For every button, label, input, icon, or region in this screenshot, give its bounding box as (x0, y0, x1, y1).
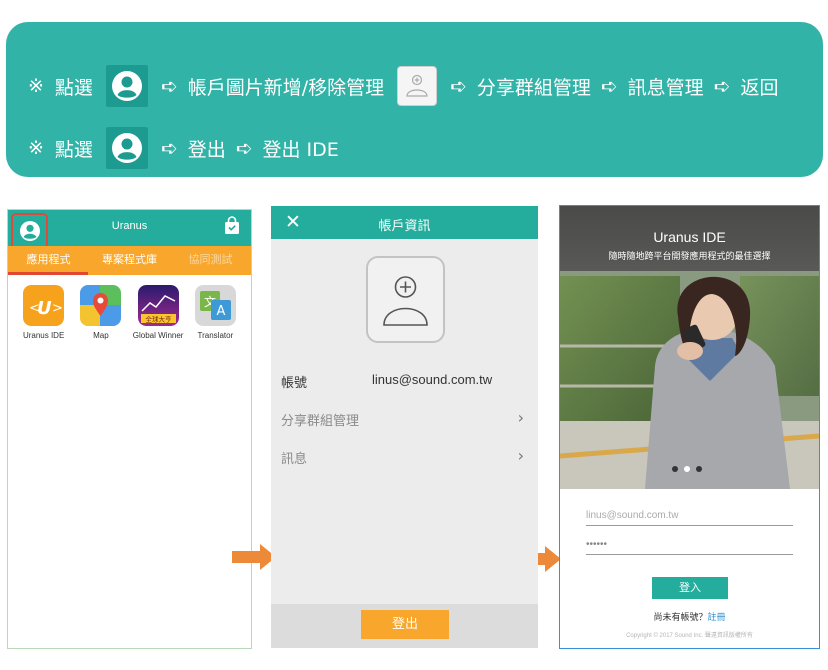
svg-text:>: > (52, 301, 63, 316)
app-badge-text: 全球大亨 (145, 315, 172, 324)
tab-collab-testing[interactable]: 協同測試 (170, 246, 251, 275)
no-account-text: 尚未有帳號？ (653, 613, 708, 623)
account-email: linus@sound.com.tw (372, 372, 493, 387)
instruction-row-2: ※ 點選 ➪ 登出 ➪ 登出 IDE (28, 127, 344, 169)
step-avatar-management: 帳戶圖片新增/移除管理 (187, 76, 385, 99)
chevron-right-icon: › (517, 446, 524, 465)
step-logout: 登出 (187, 138, 226, 161)
app-name: Global Winner (132, 331, 184, 340)
instruction-click-text: 點選 (54, 76, 93, 99)
account-title: 帳戶資訊 (378, 219, 431, 234)
store-bag-icon[interactable] (223, 216, 241, 240)
instruction-click-text: 點選 (54, 138, 93, 161)
map-icon (80, 285, 122, 326)
login-button[interactable]: 登入 (652, 577, 728, 599)
account-footer: 登出 (271, 604, 538, 648)
copyright-text: Copyright © 2017 Sound Inc. 聲遠資訊版權所有 (626, 633, 753, 639)
app-title: Uranus (111, 220, 148, 232)
step-logout-ide: 登出 IDE (262, 138, 339, 161)
app-header: Uranus (8, 210, 251, 249)
account-info-screen: ✕ 帳戶資訊 帳號 linus@sound.com.tw 分享群組管理 › 訊息… (271, 206, 538, 648)
arrow-icon: ➪ (235, 136, 253, 160)
tab-apps[interactable]: 應用程式 (8, 246, 89, 275)
account-row: 帳號 linus@sound.com.tw (281, 372, 524, 392)
password-input[interactable]: •••••• (586, 535, 793, 555)
arrow-icon: ➪ (160, 136, 178, 160)
app-name: Map (93, 331, 109, 340)
app-name: Uranus IDE (22, 331, 65, 340)
app-uranus-ide[interactable]: < U > Uranus IDE (15, 285, 72, 340)
active-tab-indicator (8, 272, 88, 275)
add-avatar-icon (383, 276, 428, 326)
reference-mark: ※ (28, 137, 44, 159)
login-title: Uranus IDE (653, 229, 726, 245)
app-tabs: 應用程式 專案程式庫 協同測試 (8, 246, 251, 275)
arrow-icon: ➪ (450, 74, 467, 98)
register-prompt: 尚未有帳號？註冊 (560, 610, 819, 623)
flow-arrow-icon (232, 544, 276, 574)
carousel-dot[interactable] (672, 466, 678, 472)
carousel-dot[interactable] (696, 466, 702, 472)
email-input[interactable]: linus@sound.com.tw (586, 506, 793, 526)
uranus-ide-icon: < U > (23, 285, 65, 326)
login-subtitle: 隨時隨地跨平台開發應用程式的最佳選擇 (608, 252, 771, 262)
instruction-row-1: ※ 點選 ➪ 帳戶圖片新增/移除管理 ➪ 分享群組管理 ➪ 訊息管理 ➪ 返回 (28, 65, 783, 107)
arrow-icon: ➪ (713, 74, 731, 98)
app-map[interactable]: Map (72, 285, 129, 340)
arrow-icon: ➪ (600, 74, 618, 98)
instruction-banner: ※ 點選 ➪ 帳戶圖片新增/移除管理 ➪ 分享群組管理 ➪ 訊息管理 ➪ 返回 … (6, 22, 823, 177)
global-winner-icon: 全球大亨 (137, 285, 179, 326)
login-screen: Uranus IDE 隨時隨地跨平台開發應用程式的最佳選擇 linus@soun… (559, 205, 820, 649)
account-header: ✕ 帳戶資訊 (271, 206, 538, 239)
svg-text:A: A (216, 304, 225, 319)
app-global-winner[interactable]: 全球大亨 Global Winner (130, 285, 187, 340)
step-messages: 訊息管理 (627, 76, 704, 99)
carousel-dots (672, 466, 702, 472)
user-icon (105, 127, 148, 169)
app-name: Translator (197, 331, 234, 340)
account-label: 帳號 (281, 376, 308, 391)
app-translator[interactable]: 文A Translator (187, 285, 244, 340)
app-list-screen: Uranus 應用程式 專案程式庫 協同測試 < U > Uranus IDE Ma… (7, 209, 252, 649)
messages-label: 訊息 (281, 452, 308, 467)
share-group-label: 分享群組管理 (281, 414, 360, 429)
add-avatar-icon (397, 66, 438, 106)
reference-mark: ※ (28, 75, 44, 97)
carousel-dot-active[interactable] (684, 466, 690, 472)
arrow-icon: ➪ (160, 74, 178, 98)
tab-project-library[interactable]: 專案程式庫 (89, 246, 170, 275)
messages-row[interactable]: 訊息 › (281, 446, 524, 468)
register-link[interactable]: 註冊 (708, 613, 726, 623)
step-back: 返回 (740, 76, 779, 99)
app-grid: < U > Uranus IDE Map 全球大亨 Global Winner 文A… (8, 275, 251, 340)
share-group-row[interactable]: 分享群組管理 › (281, 408, 524, 430)
user-icon (105, 65, 148, 107)
chevron-right-icon: › (517, 408, 524, 427)
step-share-group: 分享群組管理 (476, 76, 591, 99)
logout-button[interactable]: 登出 (361, 610, 449, 639)
translator-icon: 文A (194, 285, 236, 326)
add-avatar-button[interactable] (366, 256, 445, 343)
svg-text:U: U (37, 298, 52, 319)
